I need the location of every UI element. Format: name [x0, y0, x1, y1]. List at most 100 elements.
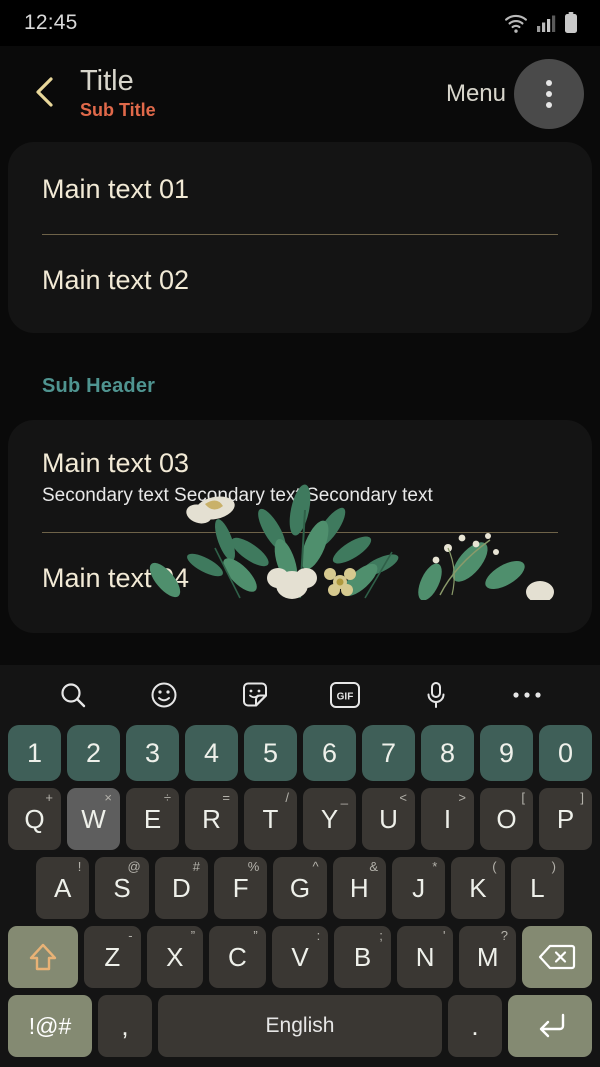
key-alt-symbol: #	[192, 859, 200, 874]
key-alt-symbol: +	[45, 790, 53, 805]
key-t[interactable]: / T	[244, 788, 297, 850]
key-e[interactable]: ÷ E	[126, 788, 179, 850]
key-d[interactable]: # D	[154, 857, 208, 919]
key-i[interactable]: > I	[421, 788, 474, 850]
key-alt-symbol: :	[316, 928, 321, 943]
virtual-keyboard: GIF 1234567890 + Q × W ÷ E = R / T _ Y < U	[0, 665, 600, 1067]
key-0[interactable]: 0	[539, 725, 592, 781]
phone-screen: 12: 45 Title Sub Title Menu Main text 01 …	[0, 0, 600, 1067]
card-group-2: Main text 03 Secondary text Secondary te…	[8, 420, 592, 633]
key-label: 2	[85, 737, 102, 768]
key-8[interactable]: 8	[421, 725, 474, 781]
key-label: O	[496, 803, 517, 834]
search-icon[interactable]	[51, 673, 95, 717]
key-label: 4	[203, 737, 220, 768]
key-label: G	[289, 872, 311, 903]
list-item[interactable]: Main text 04	[42, 533, 558, 633]
keyboard-row-bottom: !@# , English .	[4, 995, 596, 1057]
key-j[interactable]: * J	[391, 857, 446, 919]
list-item[interactable]: Main text 01	[42, 142, 558, 234]
key-alt-symbol: ”	[190, 928, 196, 943]
key-label: L	[530, 872, 545, 903]
symbols-key[interactable]: !@#	[8, 995, 92, 1057]
key-k[interactable]: (K	[451, 857, 505, 919]
key-label: 9	[498, 737, 515, 768]
overflow-menu-button[interactable]	[514, 59, 584, 129]
key-alt-symbol: [	[521, 790, 525, 805]
key-w[interactable]: × W	[67, 788, 120, 850]
keyboard-toolbar: GIF	[0, 665, 600, 725]
backspace-key[interactable]	[522, 926, 593, 988]
key-alt-symbol: '	[442, 928, 446, 943]
key-label: A	[54, 872, 72, 903]
key-alt-symbol: !	[77, 859, 82, 874]
key-l[interactable]: ) L	[510, 857, 564, 919]
key-u[interactable]: < U	[362, 788, 415, 850]
key-label: T	[262, 803, 279, 834]
key-5[interactable]: 5	[244, 725, 297, 781]
emoji-icon[interactable]	[142, 673, 186, 717]
key-label: N	[415, 941, 435, 972]
key-x[interactable]: ” X	[146, 926, 204, 988]
key-g[interactable]: ^ G	[273, 857, 327, 919]
key-h[interactable]: & H	[332, 857, 386, 919]
key-q[interactable]: + Q	[8, 788, 61, 850]
more-horizontal-icon[interactable]	[505, 673, 549, 717]
key-n[interactable]: ' N	[396, 926, 454, 988]
back-button[interactable]	[22, 72, 66, 116]
key-label: M	[476, 941, 499, 972]
keyboard-row-zxcv: - Z” X” C: V; B ' N? M	[4, 926, 596, 988]
comma-key[interactable]: ,	[98, 995, 152, 1057]
key-alt-symbol: &	[369, 859, 378, 874]
microphone-icon[interactable]	[414, 673, 458, 717]
page-title: Title	[80, 65, 134, 97]
shift-arrow-icon	[28, 941, 58, 973]
keyboard-row-numbers: 1 2 3 4 5 6 7 8 9 0	[4, 725, 596, 781]
key-label: K	[469, 872, 487, 903]
list-item-subtitle: Secondary text Secondary text Secondary …	[42, 485, 433, 506]
key-z[interactable]: -Z	[83, 926, 141, 988]
key-o[interactable]: [O	[480, 788, 533, 850]
key-s[interactable]: @ S	[95, 857, 149, 919]
key-label: 8	[439, 737, 456, 768]
key-4[interactable]: 4	[185, 725, 238, 781]
list-item[interactable]: Main text 03 Secondary text Secondary te…	[42, 420, 558, 532]
key-r[interactable]: = R	[185, 788, 238, 850]
status-icon-group	[504, 12, 578, 34]
key-label: E	[143, 803, 162, 834]
key-f[interactable]: % F	[214, 857, 268, 919]
list-item[interactable]: Main text 02	[42, 235, 558, 333]
shift-key[interactable]	[7, 926, 78, 988]
key-label: Q	[24, 803, 45, 834]
key-7[interactable]: 7	[362, 725, 415, 781]
key-m[interactable]: ? M	[459, 926, 517, 988]
key-alt-symbol: <	[399, 790, 407, 805]
enter-key[interactable]	[508, 995, 592, 1057]
more-vertical-icon-dot	[546, 91, 552, 97]
key-a[interactable]: ! A	[36, 857, 90, 919]
key-3[interactable]: 3	[126, 725, 179, 781]
key-6[interactable]: 6	[303, 725, 356, 781]
key-alt-symbol: %	[247, 859, 260, 874]
key-label: Z	[104, 941, 121, 972]
period-key[interactable]: .	[448, 995, 502, 1057]
key-label: U	[379, 803, 398, 834]
key-alt-symbol: ×	[104, 790, 112, 805]
sticker-icon[interactable]	[233, 673, 277, 717]
key-y[interactable]: _ Y	[303, 788, 356, 850]
title-block: Title Sub Title	[80, 66, 156, 122]
key-alt-symbol: (	[492, 859, 497, 874]
key-v[interactable]: :V	[271, 926, 329, 988]
space-key[interactable]: English	[158, 995, 442, 1057]
key-c[interactable]: ” C	[209, 926, 266, 988]
key-1[interactable]: 1	[8, 725, 61, 781]
menu-button[interactable]: Menu	[446, 80, 506, 108]
gif-icon[interactable]: GIF	[323, 673, 367, 717]
key-label: S	[113, 872, 131, 903]
key-p[interactable]: ] P	[539, 788, 592, 850]
list-item-title: Main text 01	[42, 174, 190, 204]
signal-icon	[536, 13, 556, 33]
key-9[interactable]: 9	[480, 725, 533, 781]
key-b[interactable]: ; B	[334, 926, 391, 988]
key-2[interactable]: 2	[67, 725, 120, 781]
